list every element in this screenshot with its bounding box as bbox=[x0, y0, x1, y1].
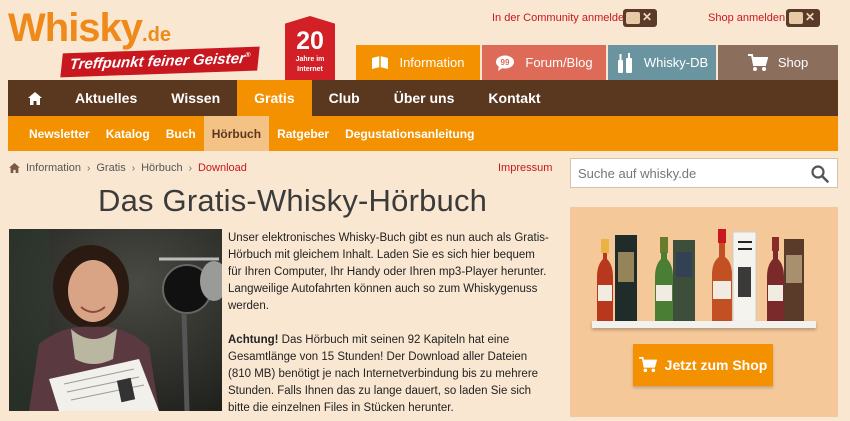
anniversary-badge: 20 Jahre im Internet bbox=[285, 16, 335, 80]
nav-gratis[interactable]: Gratis bbox=[237, 80, 312, 116]
impressum-link[interactable]: Impressum bbox=[498, 162, 552, 174]
subnav-ratgeber[interactable]: Ratgeber bbox=[269, 116, 337, 151]
tab-shop[interactable]: Shop bbox=[718, 45, 838, 80]
nav-wissen[interactable]: Wissen bbox=[154, 80, 237, 116]
shelf bbox=[592, 321, 816, 328]
community-login-link[interactable]: In der Community anmelden bbox=[492, 12, 630, 24]
tab-whisky-db[interactable]: Whisky-DB bbox=[608, 45, 716, 80]
warning-label: Achtung! bbox=[228, 334, 279, 346]
close-icon: ✕ bbox=[804, 10, 815, 24]
narrator-photo bbox=[9, 229, 222, 411]
chevron-right-icon: › bbox=[87, 162, 91, 174]
nav-ueber-uns[interactable]: Über uns bbox=[377, 80, 472, 116]
article-paragraph-2: Achtung! Das Hörbuch mit seinen 92 Kapit… bbox=[228, 334, 539, 414]
breadcrumb-hoerbuch[interactable]: Hörbuch bbox=[141, 162, 183, 174]
subnav-buch[interactable]: Buch bbox=[158, 116, 204, 151]
article-paragraph-1: Unser elektronisches Whisky-Buch gibt es… bbox=[228, 232, 549, 312]
sub-navigation: Newsletter Katalog Buch Hörbuch Ratgeber… bbox=[8, 116, 838, 151]
tab-forum-blog[interactable]: 99 Forum/Blog bbox=[482, 45, 606, 80]
close-icon: ✕ bbox=[641, 10, 652, 24]
nav-aktuelles[interactable]: Aktuelles bbox=[58, 80, 154, 116]
search-box bbox=[570, 158, 838, 188]
tab-information[interactable]: Information bbox=[356, 45, 480, 80]
search-icon[interactable] bbox=[811, 165, 829, 183]
breadcrumb: Information › Gratis › Hörbuch › Downloa… bbox=[9, 162, 247, 174]
whisky-bottles-illustration bbox=[597, 229, 804, 324]
shop-login-link[interactable]: Shop anmelden bbox=[708, 12, 785, 24]
tab-information-label: Information bbox=[399, 55, 465, 70]
logo-wordmark: Whisky.de bbox=[8, 6, 171, 50]
tab-forum-label: Forum/Blog bbox=[525, 55, 593, 70]
search-input[interactable] bbox=[578, 165, 808, 181]
home-icon[interactable] bbox=[9, 163, 20, 173]
tab-shop-label: Shop bbox=[777, 55, 809, 70]
go-to-shop-button[interactable]: Jetzt zum Shop bbox=[633, 344, 773, 386]
shop-promo-box[interactable]: Jetzt zum Shop bbox=[570, 207, 838, 417]
page-title: Das Gratis-Whisky-Hörbuch bbox=[98, 183, 488, 218]
chevron-right-icon: › bbox=[131, 162, 136, 174]
speech-bubble-icon: 99 bbox=[496, 55, 515, 71]
bottles-icon bbox=[617, 52, 632, 73]
site-logo[interactable]: Whisky.de Treffpunkt feiner Geister® bbox=[8, 6, 260, 78]
nav-club[interactable]: Club bbox=[312, 80, 377, 116]
cart-icon bbox=[747, 53, 768, 71]
home-icon[interactable] bbox=[8, 80, 58, 116]
subnav-newsletter[interactable]: Newsletter bbox=[21, 116, 98, 151]
community-login-toggle[interactable]: ✕ bbox=[623, 9, 657, 27]
cart-icon bbox=[638, 357, 657, 373]
tab-whisky-db-label: Whisky-DB bbox=[643, 55, 709, 70]
subnav-hoerbuch[interactable]: Hörbuch bbox=[203, 116, 270, 151]
article-text: Unser elektronisches Whisky-Buch gibt es… bbox=[228, 230, 550, 421]
book-icon bbox=[372, 55, 389, 69]
main-navigation: Aktuelles Wissen Gratis Club Über uns Ko… bbox=[8, 80, 838, 116]
shop-login-toggle[interactable]: ✕ bbox=[786, 9, 820, 27]
nav-kontakt[interactable]: Kontakt bbox=[471, 80, 557, 116]
subnav-katalog[interactable]: Katalog bbox=[98, 116, 158, 151]
subnav-degustationsanleitung[interactable]: Degustationsanleitung bbox=[337, 116, 482, 151]
breadcrumb-gratis[interactable]: Gratis bbox=[96, 162, 125, 174]
svg-text:99: 99 bbox=[501, 58, 510, 67]
breadcrumb-download: Download bbox=[197, 162, 247, 174]
chevron-right-icon: › bbox=[188, 162, 192, 174]
breadcrumb-information[interactable]: Information bbox=[26, 162, 81, 174]
go-to-shop-label: Jetzt zum Shop bbox=[664, 357, 768, 373]
